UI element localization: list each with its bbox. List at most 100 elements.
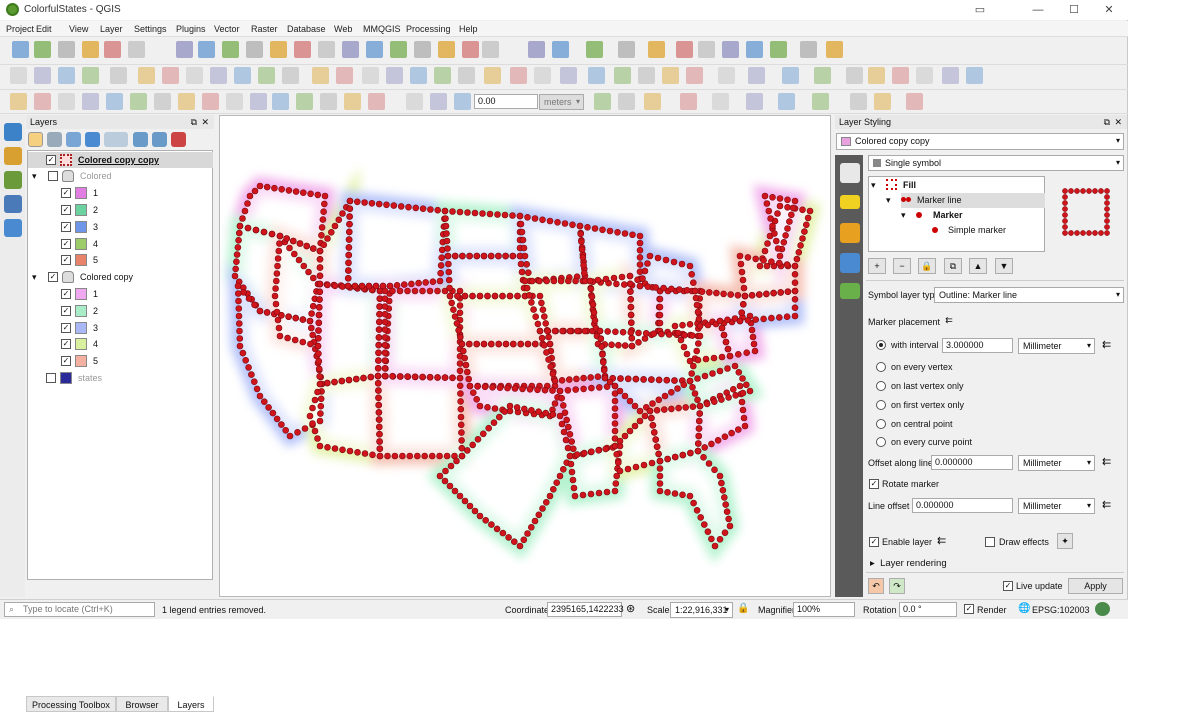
- toolbar-tool-icon[interactable]: [814, 67, 831, 84]
- menu-database[interactable]: Database: [287, 24, 326, 34]
- layer-tree-item[interactable]: ✓ 4: [28, 236, 213, 252]
- layer-tree-item[interactable]: ✓ 3: [28, 219, 213, 235]
- toolbar-tool-icon[interactable]: [82, 93, 99, 110]
- menu-view[interactable]: View: [69, 24, 88, 34]
- toolbar-tool-icon[interactable]: [588, 67, 605, 84]
- toolbar-tool-icon[interactable]: [58, 41, 75, 58]
- toolbar-tool-icon[interactable]: [234, 67, 251, 84]
- tab-processing-toolbox[interactable]: Processing Toolbox: [26, 696, 116, 712]
- toolbar-tool-icon[interactable]: [778, 93, 795, 110]
- toolbar-tool-icon[interactable]: [430, 93, 447, 110]
- toolbar-tool-icon[interactable]: [318, 41, 335, 58]
- toolbar-tool-icon[interactable]: [748, 67, 765, 84]
- map-canvas[interactable]: [219, 115, 831, 597]
- toolbar-tool-icon[interactable]: [942, 67, 959, 84]
- menu-raster[interactable]: Raster: [251, 24, 278, 34]
- data-defined-override-icon[interactable]: ⇇: [1102, 456, 1111, 468]
- toolbar-tool-icon[interactable]: [270, 41, 287, 58]
- render-checkbox[interactable]: ✓: [964, 604, 974, 614]
- layer-visibility-checkbox[interactable]: ✓: [61, 239, 71, 249]
- add-spatialite-icon[interactable]: [4, 195, 22, 213]
- toolbar-tool-icon[interactable]: [10, 67, 27, 84]
- menu-vector[interactable]: Vector: [214, 24, 240, 34]
- toolbar-tool-icon[interactable]: [770, 41, 787, 58]
- collapse-all-icon[interactable]: [152, 132, 167, 147]
- crs-icon[interactable]: 🌐: [1018, 603, 1030, 615]
- add-symbol-layer-button[interactable]: +: [868, 258, 886, 274]
- layer-tree-item[interactable]: ▾ Colored: [28, 168, 213, 184]
- toolbar-tool-icon[interactable]: [846, 67, 863, 84]
- toolbar-tool-icon[interactable]: [320, 93, 337, 110]
- distance-input[interactable]: 0.00: [474, 94, 538, 109]
- rotation-input[interactable]: 0.0 °: [899, 602, 957, 617]
- placement-radio[interactable]: [876, 381, 886, 391]
- crs-label[interactable]: EPSG:102003: [1032, 604, 1090, 616]
- layer-select[interactable]: Colored copy copy ▾: [836, 133, 1124, 150]
- lock-scale-icon[interactable]: 🔒: [737, 603, 749, 615]
- add-delimited-icon[interactable]: [4, 171, 22, 189]
- toolbar-tool-icon[interactable]: [366, 41, 383, 58]
- add-vector-icon[interactable]: [4, 123, 22, 141]
- group-toggle-icon[interactable]: ▾: [32, 269, 37, 285]
- close-button[interactable]: ✕: [1094, 2, 1124, 18]
- toolbar-tool-icon[interactable]: [434, 67, 451, 84]
- layer-tree-item[interactable]: ✓ 4: [28, 336, 213, 352]
- toolbar-tool-icon[interactable]: [386, 67, 403, 84]
- layer-visibility-checkbox[interactable]: ✓: [61, 289, 71, 299]
- toolbar-tool-icon[interactable]: [12, 41, 29, 58]
- enable-layer-checkbox[interactable]: ✓: [869, 537, 879, 547]
- messages-icon[interactable]: [1095, 602, 1110, 616]
- add-group-icon[interactable]: [47, 132, 62, 147]
- toolbar-tool-icon[interactable]: [10, 93, 27, 110]
- placement-radio[interactable]: [876, 362, 886, 372]
- toolbar-tool-icon[interactable]: [154, 93, 171, 110]
- toolbar-tool-icon[interactable]: [128, 41, 145, 58]
- add-postgis-icon[interactable]: [4, 219, 22, 237]
- toolbar-tool-icon[interactable]: [294, 41, 311, 58]
- layer-visibility-checkbox[interactable]: ✓: [61, 323, 71, 333]
- expand-all-icon[interactable]: [133, 132, 148, 147]
- tab-browser[interactable]: Browser: [116, 696, 168, 712]
- toolbar-tool-icon[interactable]: [390, 41, 407, 58]
- layer-visibility-checkbox[interactable]: ✓: [48, 272, 58, 282]
- open-styling-icon[interactable]: [28, 132, 43, 147]
- data-defined-override-icon[interactable]: ⇇: [940, 313, 958, 329]
- toolbar-tool-icon[interactable]: [746, 93, 763, 110]
- menu-edit[interactable]: Edit: [36, 24, 52, 34]
- toolbar-tool-icon[interactable]: [892, 67, 909, 84]
- toolbar-tool-icon[interactable]: [336, 67, 353, 84]
- toolbar-tool-icon[interactable]: [662, 67, 679, 84]
- toolbar-tool-icon[interactable]: [874, 93, 891, 110]
- layer-visibility-checkbox[interactable]: ✓: [61, 255, 71, 265]
- toolbar-tool-icon[interactable]: [482, 41, 499, 58]
- draw-effects-checkbox[interactable]: [985, 537, 995, 547]
- line-offset-input[interactable]: 0.000000: [912, 498, 1013, 513]
- layer-tree-item[interactable]: ✓ 3: [28, 320, 213, 336]
- toolbar-tool-icon[interactable]: [618, 41, 635, 58]
- toolbar-tool-icon[interactable]: [312, 67, 329, 84]
- toolbar-tool-icon[interactable]: [258, 67, 275, 84]
- toolbar-tool-icon[interactable]: [826, 41, 843, 58]
- diagrams-tab-icon[interactable]: [840, 253, 860, 273]
- toolbar-tool-icon[interactable]: [222, 41, 239, 58]
- toolbar-tool-icon[interactable]: [800, 41, 817, 58]
- toolbar-tool-icon[interactable]: [586, 41, 603, 58]
- toolbar-tool-icon[interactable]: [850, 93, 867, 110]
- data-defined-override-icon[interactable]: ⇇: [1102, 499, 1111, 511]
- toolbar-tool-icon[interactable]: [868, 67, 885, 84]
- live-update-checkbox[interactable]: ✓: [1003, 581, 1013, 591]
- toolbar-tool-icon[interactable]: [110, 67, 127, 84]
- effects-settings-icon[interactable]: ✦: [1057, 533, 1073, 549]
- toolbar-tool-icon[interactable]: [560, 67, 577, 84]
- renderer-select[interactable]: Single symbol ▾: [868, 155, 1124, 171]
- toolbar-tool-icon[interactable]: [34, 41, 51, 58]
- redo-icon[interactable]: ↷: [889, 578, 905, 594]
- toolbar-tool-icon[interactable]: [648, 41, 665, 58]
- tab-layers[interactable]: Layers: [168, 696, 214, 712]
- toolbar-tool-icon[interactable]: [438, 41, 455, 58]
- layer-tree-item[interactable]: ▾ ✓ Colored copy: [28, 269, 213, 285]
- toolbar-tool-icon[interactable]: [718, 67, 735, 84]
- close-icon[interactable]: ✕: [201, 115, 209, 129]
- toolbar-tool-icon[interactable]: [342, 41, 359, 58]
- toolbar-tool-icon[interactable]: [104, 41, 121, 58]
